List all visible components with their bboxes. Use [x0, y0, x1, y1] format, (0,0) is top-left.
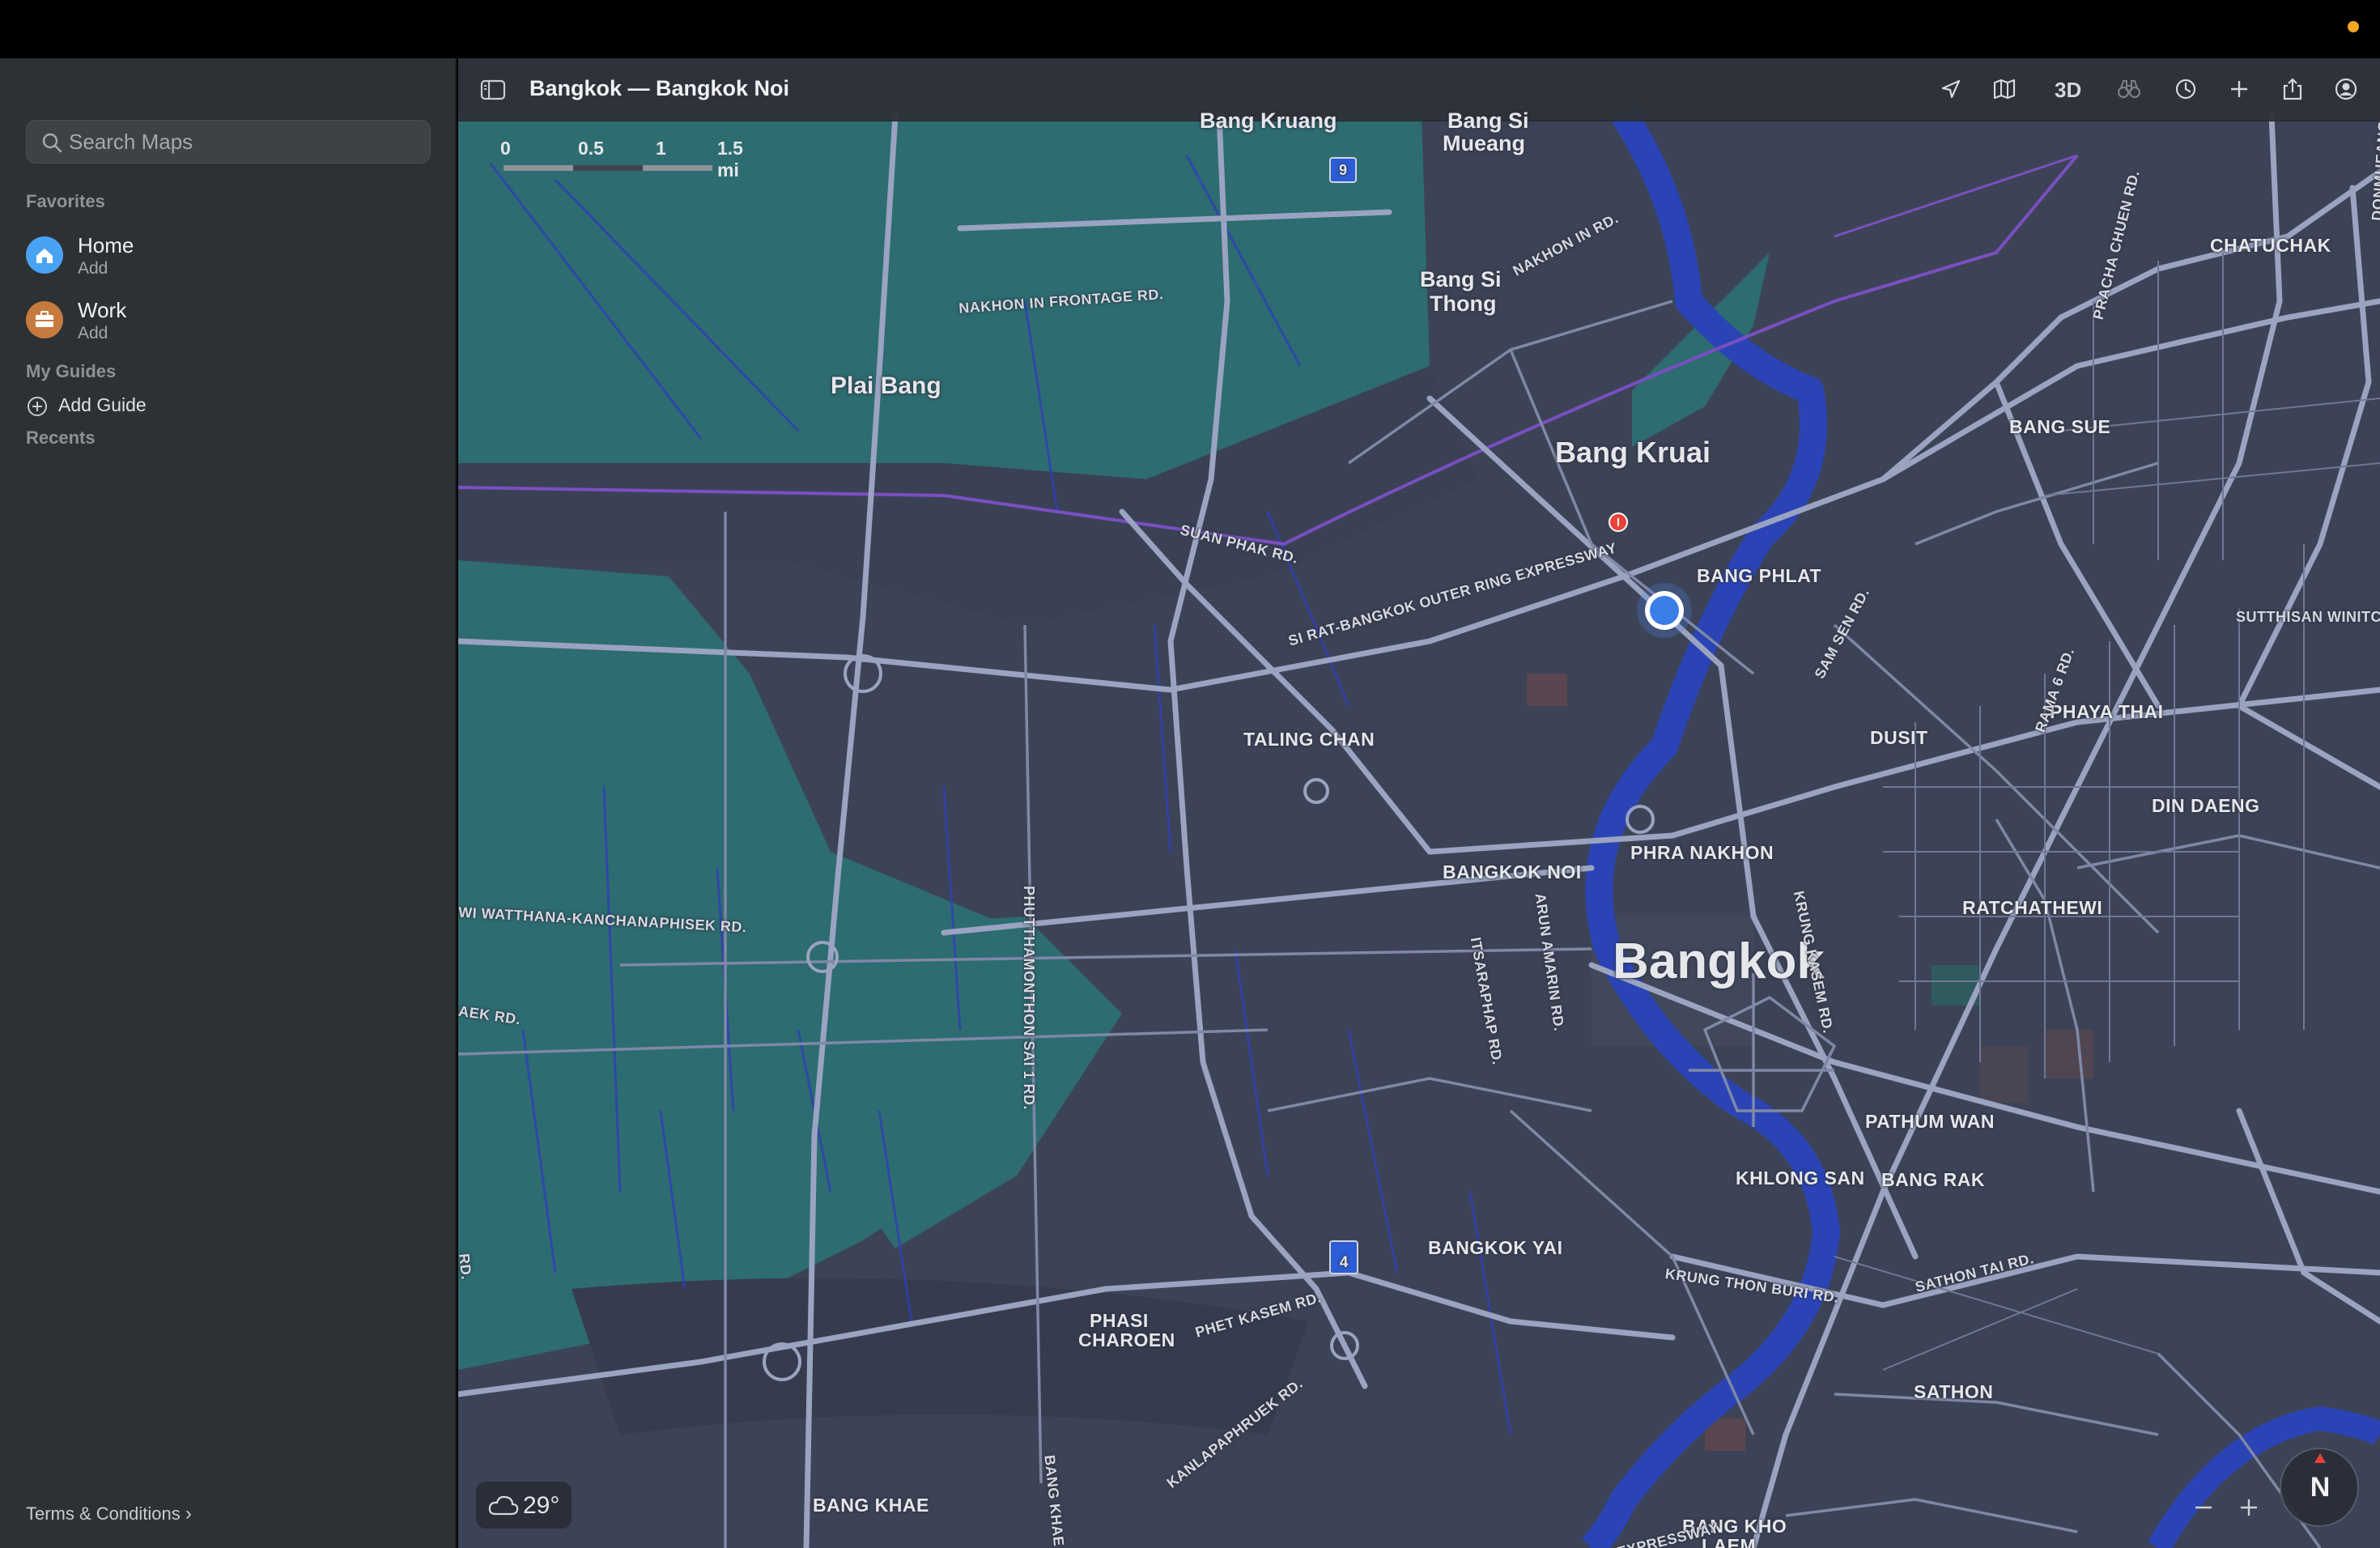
minus-icon	[2195, 1506, 2212, 1509]
area-label: KHLONG SAN	[1736, 1167, 1865, 1189]
area-label: BANG RAK	[1881, 1169, 1985, 1190]
city-label: Bangkok	[1613, 933, 1825, 989]
area-label: BANGKOK NOI	[1443, 861, 1582, 882]
compass-north-label: N	[2310, 1472, 2331, 1503]
scale-bar-segment	[643, 165, 712, 171]
house-icon	[26, 236, 63, 274]
scale-tick: 0.5	[578, 138, 604, 159]
area-label: DIN DAENG	[2152, 795, 2260, 816]
chevron-right-icon: ›	[185, 1503, 192, 1525]
recording-indicator	[2348, 21, 2359, 32]
menu-bar	[0, 0, 2380, 58]
map-mode-icon[interactable]	[1988, 73, 2021, 105]
zoom-controls	[2182, 1490, 2280, 1525]
compass-button[interactable]: N	[2280, 1448, 2359, 1527]
plus-icon[interactable]	[2223, 73, 2255, 105]
clock-icon[interactable]	[2170, 73, 2202, 105]
add-guide-label: Add Guide	[58, 394, 147, 415]
area-label: BANG SUE	[2009, 416, 2111, 437]
map-toolbar: Bangkok — Bangkok Noi 3D	[458, 58, 2380, 121]
share-icon[interactable]	[2276, 73, 2309, 105]
scale-tick: 0	[500, 138, 511, 159]
briefcase-icon	[26, 301, 63, 338]
area-label: PHAYA THAI	[2050, 701, 2164, 722]
highway-shield: 9	[1329, 157, 1357, 183]
search-input[interactable]	[69, 121, 417, 163]
terms-label: Terms & Conditions	[26, 1503, 181, 1524]
plus-icon	[2241, 1499, 2257, 1516]
district-label: Bang Si	[1447, 108, 1529, 133]
sidebar-toggle-icon[interactable]	[479, 76, 507, 104]
road-label: PHUTTHAMONTHON SAI 1 RD.	[1021, 886, 1037, 1110]
map-view[interactable]: Bangkok — Bangkok Noi 3D 0 0.5 1 1.5 mi	[458, 58, 2380, 1548]
favorite-work[interactable]: Work Add	[24, 291, 429, 348]
favorite-home[interactable]: Home Add	[24, 227, 429, 283]
recents-heading: Recents	[26, 427, 96, 448]
zoom-out-button[interactable]	[2182, 1490, 2225, 1525]
weather-widget[interactable]: 29°	[476, 1482, 572, 1529]
current-location-marker[interactable]	[1645, 591, 1684, 630]
road-label: RD.	[458, 1252, 475, 1281]
area-label: TALING CHAN	[1243, 729, 1375, 750]
district-label: Mueang	[1443, 131, 1526, 155]
favorite-title: Home	[78, 233, 134, 257]
zoom-in-button[interactable]	[2228, 1490, 2270, 1525]
road-label: SUTTHISAN WINITCH	[2236, 609, 2380, 625]
pin-icon[interactable]	[1606, 510, 1630, 541]
district-label: Plai Bang	[831, 372, 941, 399]
temperature: 29°	[523, 1492, 560, 1519]
account-icon[interactable]	[2330, 73, 2362, 105]
scale-tick: 1	[656, 138, 666, 159]
area-label: PHRA NAKHON	[1630, 842, 1774, 863]
area-label: DUSIT	[1870, 727, 1928, 748]
location-arrow-icon[interactable]	[1935, 73, 1967, 105]
favorites-heading: Favorites	[26, 191, 105, 211]
window-title: Bangkok — Bangkok Noi	[529, 76, 790, 100]
area-label: CHATUCHAK	[2210, 235, 2331, 256]
map-canvas[interactable]	[458, 58, 2380, 1548]
highway-shield: 4	[1329, 1240, 1358, 1274]
north-arrow-icon	[2314, 1453, 2326, 1463]
district-label: Bang Kruang	[1200, 108, 1337, 133]
scale-bar-segment	[573, 165, 643, 171]
scale-tick: 1.5 mi	[717, 138, 743, 181]
scale-bar-segment	[504, 165, 573, 171]
area-label: BANG KHAE	[813, 1495, 929, 1516]
district-label: Bang Si	[1420, 267, 1502, 291]
favorite-subtitle: Add	[78, 259, 108, 278]
favorite-subtitle: Add	[78, 324, 108, 342]
area-label: PATHUM WAN	[1865, 1111, 1995, 1132]
map-scale: 0 0.5 1 1.5 mi	[489, 138, 743, 181]
3d-toggle[interactable]: 3D	[2055, 78, 2081, 103]
area-label: BANG PHLAT	[1697, 565, 1822, 586]
favorite-title: Work	[78, 298, 127, 322]
search-field[interactable]	[26, 120, 431, 164]
binoculars-icon[interactable]	[2113, 73, 2145, 105]
area-label: CHAROEN	[1078, 1329, 1175, 1350]
my-guides-heading: My Guides	[26, 361, 117, 381]
district-label: Bang Kruai	[1555, 436, 1711, 469]
area-label: PHASI	[1090, 1310, 1149, 1331]
sidebar: Favorites Home Add Work Add My Guides Ad…	[0, 58, 457, 1548]
area-label: RATCHATHEWI	[1962, 897, 2103, 918]
search-icon	[42, 133, 62, 153]
area-label: SATHON	[1914, 1381, 1994, 1402]
add-circle-icon	[28, 397, 47, 416]
area-label: BANGKOK YAI	[1428, 1237, 1563, 1258]
add-guide-button[interactable]: Add Guide	[24, 390, 267, 419]
terms-link[interactable]: Terms & Conditions ›	[26, 1503, 192, 1525]
district-label: Thong	[1430, 291, 1497, 316]
cloud-icon	[488, 1495, 519, 1516]
